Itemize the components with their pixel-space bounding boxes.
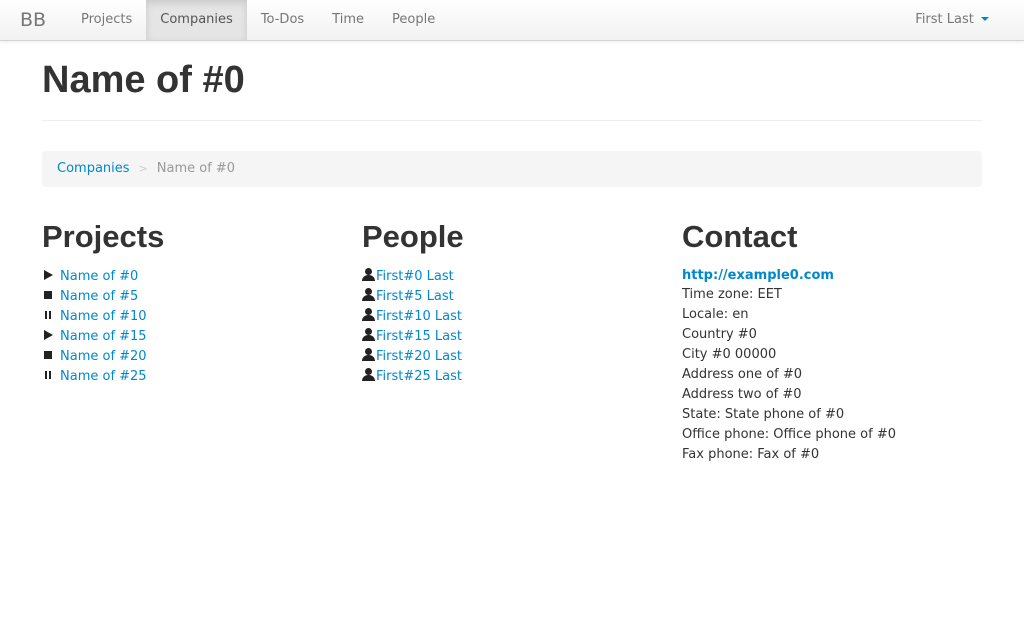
project-item: Name of #5 [42,287,342,307]
page-header: Name of #0 [42,58,982,121]
project-link[interactable]: Name of #20 [60,349,147,364]
stop-icon [42,289,54,301]
user-icon [362,308,375,321]
breadcrumb: Companies > Name of #0 [42,151,982,187]
top-navbar: BB Projects Companies To-Dos Time People… [0,0,1024,41]
projects-section: Projects Name of #0 Name of #5 Name of #… [42,218,342,387]
person-item: First#25 Last [362,367,662,387]
person-link[interactable]: First#10 Last [376,309,462,324]
contact-country: Country #0 [682,327,757,342]
contact-office-phone: Office phone: Office phone of #0 [682,427,896,442]
nav-item-companies[interactable]: Companies [146,0,247,40]
website-link[interactable]: http://example0.com [682,267,982,285]
pause-icon [42,309,54,321]
contact-city: City #0 00000 [682,347,777,362]
play-icon [42,329,54,341]
contact-address-two: Address two of #0 [682,387,802,402]
nav-item-people[interactable]: People [378,0,449,40]
project-link[interactable]: Name of #15 [60,329,147,344]
project-link[interactable]: Name of #25 [60,369,147,384]
user-icon [362,368,375,381]
person-link[interactable]: First#20 Last [376,349,462,364]
user-icon [362,268,375,281]
people-section: People First#0 Last First#5 Last First#1… [362,218,662,387]
people-heading: People [362,219,464,254]
person-item: First#15 Last [362,327,662,347]
user-icon [362,348,375,361]
user-menu-dropdown[interactable]: First Last [915,0,989,40]
pause-icon [42,369,54,381]
person-link[interactable]: First#15 Last [376,329,462,344]
contact-timezone: Time zone: EET [682,287,782,302]
stop-icon [42,349,54,361]
person-link[interactable]: First#5 Last [376,289,454,304]
nav-item-time[interactable]: Time [318,0,378,40]
play-icon [42,269,54,281]
nav-item-todos[interactable]: To-Dos [247,0,318,40]
user-name: First Last [915,12,974,27]
contact-section: Contact http://example0.com Time zone: E… [682,218,982,465]
project-item: Name of #15 [42,327,342,347]
project-link[interactable]: Name of #10 [60,309,147,324]
person-item: First#20 Last [362,347,662,367]
breadcrumb-link-companies[interactable]: Companies [57,161,130,176]
project-link[interactable]: Name of #5 [60,289,138,304]
project-item: Name of #10 [42,307,342,327]
breadcrumb-divider: > [138,162,148,175]
caret-down-icon [981,16,989,21]
main-nav: Projects Companies To-Dos Time People [67,0,449,40]
project-item: Name of #20 [42,347,342,367]
brand-logo[interactable]: BB [20,9,46,31]
project-item: Name of #0 [42,267,342,287]
person-item: First#0 Last [362,267,662,287]
person-item: First#10 Last [362,307,662,327]
contact-locale: Locale: en [682,307,749,322]
projects-heading: Projects [42,219,165,254]
contact-state: State: State phone of #0 [682,407,845,422]
person-link[interactable]: First#25 Last [376,369,462,384]
contact-heading: Contact [682,219,798,254]
contact-address-one: Address one of #0 [682,367,803,382]
user-icon [362,328,375,341]
user-icon [362,288,375,301]
project-link[interactable]: Name of #0 [60,269,138,284]
person-item: First#5 Last [362,287,662,307]
breadcrumb-current: Name of #0 [156,161,236,176]
person-link[interactable]: First#0 Last [376,269,454,284]
page-title: Name of #0 [42,59,245,101]
nav-item-projects[interactable]: Projects [67,0,146,40]
project-item: Name of #25 [42,367,342,387]
contact-fax-phone: Fax phone: Fax of #0 [682,447,820,462]
